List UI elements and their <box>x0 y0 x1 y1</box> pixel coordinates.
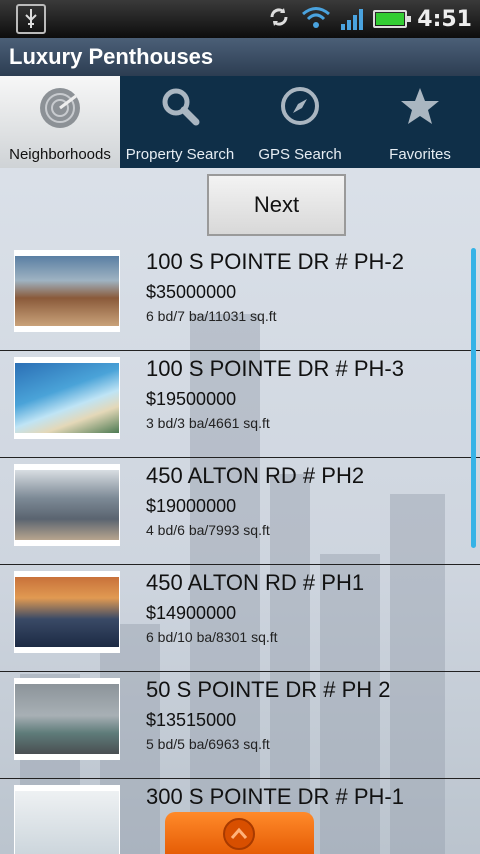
usb-icon <box>16 4 46 34</box>
star-icon <box>399 86 441 132</box>
tab-label: Favorites <box>389 146 451 163</box>
property-thumbnail <box>14 678 120 760</box>
compass-icon <box>280 86 320 130</box>
listing-specs: 6 bd/10 ba/8301 sq.ft <box>146 629 278 645</box>
tab-label: Neighborhoods <box>9 146 111 163</box>
tab-neighborhoods[interactable]: Neighborhoods <box>0 76 120 168</box>
listing-address: 300 S POINTE DR # PH-1 <box>146 784 404 809</box>
list-item[interactable]: 50 S POINTE DR # PH 2 $13515000 5 bd/5 b… <box>0 671 480 779</box>
listing-address: 50 S POINTE DR # PH 2 <box>146 677 391 702</box>
property-thumbnail <box>14 464 120 546</box>
battery-icon <box>373 10 412 28</box>
next-button[interactable]: Next <box>207 174 346 236</box>
status-bar: 4:51 <box>0 0 480 38</box>
clock: 4:51 <box>417 6 472 32</box>
signal-icon <box>341 8 364 30</box>
tab-label: Property Search <box>125 146 235 163</box>
listing-price: $13515000 <box>146 710 237 730</box>
listing-specs: 6 bd/7 ba/11031 sq.ft <box>146 308 277 324</box>
tab-gps-search[interactable]: GPS Search <box>240 76 360 168</box>
tab-label: GPS Search <box>258 146 342 163</box>
listing-address: 100 S POINTE DR # PH-3 <box>146 356 404 381</box>
list-item[interactable]: 100 S POINTE DR # PH-3 $19500000 3 bd/3 … <box>0 350 480 458</box>
tab-property-search[interactable]: Property Search <box>120 76 240 168</box>
property-thumbnail <box>14 571 120 653</box>
expand-handle[interactable] <box>165 812 314 854</box>
listing-specs: 5 bd/5 ba/6963 sq.ft <box>146 736 270 752</box>
listing-price: $19500000 <box>146 389 237 409</box>
listing-address: 450 ALTON RD # PH2 <box>146 463 365 488</box>
listing-price: $35000000 <box>146 282 237 302</box>
radar-icon <box>38 86 82 134</box>
property-thumbnail <box>14 250 120 332</box>
listing-address: 450 ALTON RD # PH1 <box>146 570 365 595</box>
scrollbar[interactable] <box>471 248 476 548</box>
list-item[interactable]: 100 S POINTE DR # PH-2 $35000000 6 bd/7 … <box>0 243 480 351</box>
listing-specs: 4 bd/6 ba/7993 sq.ft <box>146 522 270 538</box>
app-title: Luxury Penthouses <box>0 38 480 76</box>
listing-price: $14900000 <box>146 603 237 623</box>
list-item[interactable]: 450 ALTON RD # PH2 $19000000 4 bd/6 ba/7… <box>0 457 480 565</box>
listing-address: 100 S POINTE DR # PH-2 <box>146 249 404 274</box>
chevron-up-icon <box>223 818 255 850</box>
listing-price: $19000000 <box>146 496 237 516</box>
tab-bar: Neighborhoods Property Search GPS Search… <box>0 76 480 168</box>
search-icon <box>160 86 200 130</box>
list-item[interactable]: 450 ALTON RD # PH1 $14900000 6 bd/10 ba/… <box>0 564 480 672</box>
listing-panel: Next 100 S POINTE DR # PH-2 $35000000 6 … <box>0 168 480 854</box>
property-thumbnail <box>14 357 120 439</box>
wifi-icon <box>301 5 331 33</box>
sync-icon <box>267 5 291 33</box>
tab-favorites[interactable]: Favorites <box>360 76 480 168</box>
property-thumbnail <box>14 785 120 854</box>
listing-specs: 3 bd/3 ba/4661 sq.ft <box>146 415 270 431</box>
